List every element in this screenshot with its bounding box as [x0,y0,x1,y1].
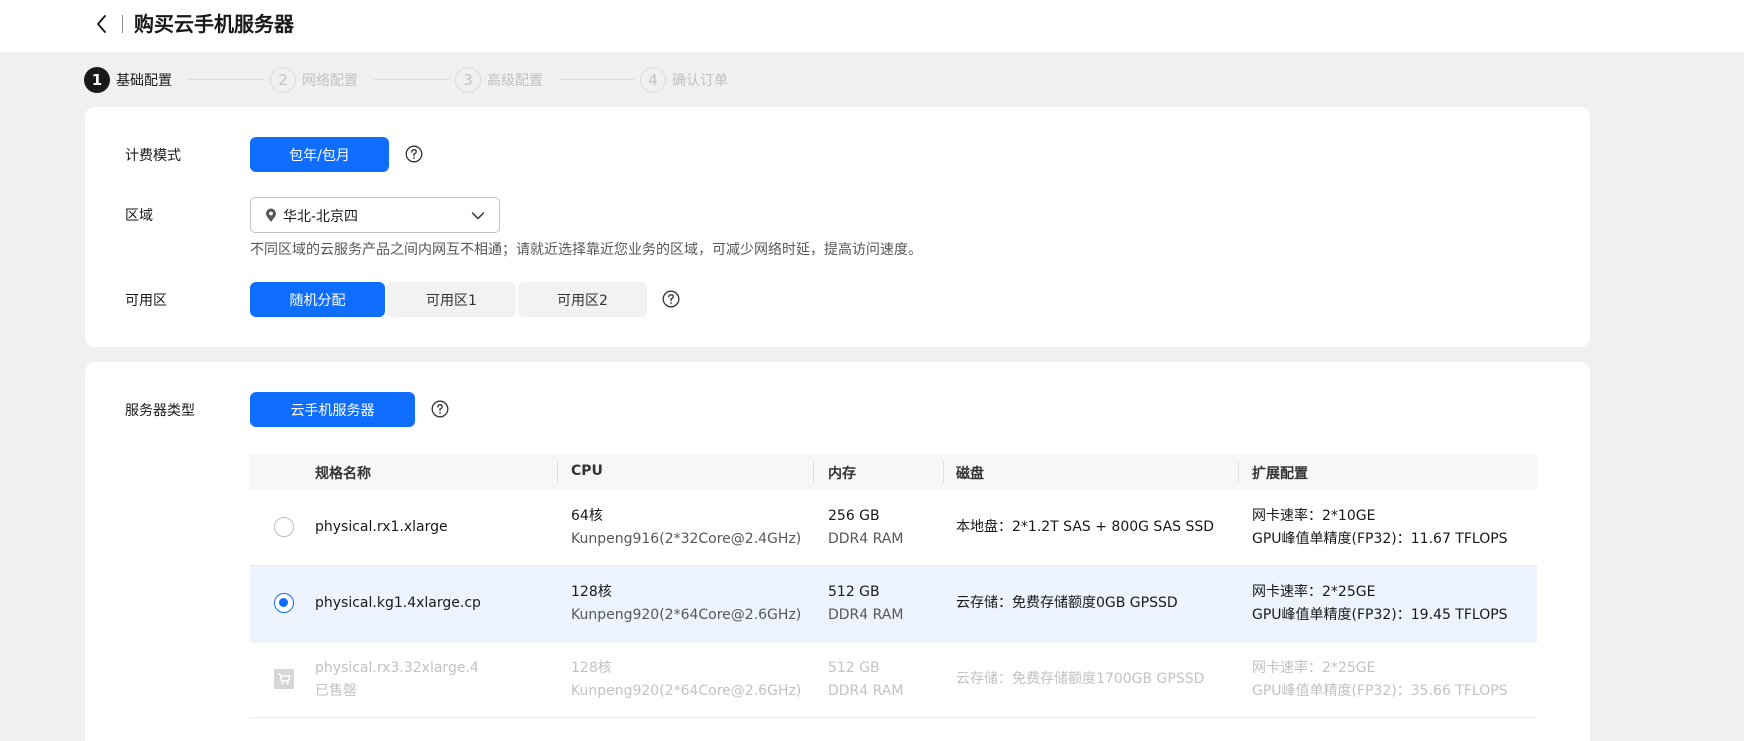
gpu-perf: GPU峰值单精度(FP32)：11.67 TFLOPS [1252,531,1508,547]
region-hint: 不同区域的云服务产品之间内网互不相通；请就近选择靠近您业务的区域，可减少网络时延… [250,242,922,258]
cpu-model: Kunpeng916(2*32Core@2.4GHz) [571,531,802,547]
server-type-card: 服务器类型 云手机服务器 规格名称 CPU 内存 磁盘 扩展配置 physica… [85,362,1590,741]
page-title: 购买云手机服务器 [134,12,294,36]
spec-name: physical.kg1.4xlarge.cp [315,595,481,611]
billing-mode-label: 计费模式 [125,148,181,164]
step-number: 2 [270,67,296,93]
nic-speed: 网卡速率：2*10GE [1252,508,1376,524]
step-label: 确认订单 [672,73,728,89]
billing-yearly-monthly-button[interactable]: 包年/包月 [250,137,389,172]
region-label: 区域 [125,208,153,224]
table-row[interactable]: physical.kg1.4xlarge.cp 128核 Kunpeng920(… [250,566,1537,642]
question-circle-icon[interactable] [431,400,449,418]
spec-name: physical.rx1.xlarge [315,519,448,535]
server-type-label: 服务器类型 [125,403,195,419]
map-pin-icon [266,208,276,222]
memory-size: 256 GB [828,508,880,524]
step-confirm-order: 4 确认订单 [640,67,728,93]
row-radio-selected[interactable] [274,593,294,613]
step-advanced-config: 3 高级配置 [455,67,543,93]
step-label: 高级配置 [487,73,543,89]
sold-out-label: 已售罄 [315,683,357,699]
column-header-disk: 磁盘 [956,466,984,482]
step-connector [374,79,450,80]
step-number: 3 [455,67,481,93]
memory-size: 512 GB [828,660,880,676]
question-circle-icon[interactable] [405,145,423,163]
cpu-cores: 128核 [571,660,612,676]
disk-info: 本地盘：2*1.2T SAS + 800G SAS SSD [956,519,1215,535]
column-header-cpu: CPU [571,463,603,479]
step-basic-config: 1 基础配置 [84,67,172,93]
table-row: physical.rx3.32xlarge.4 已售罄 128核 Kunpeng… [250,642,1537,718]
cart-icon [274,669,294,689]
nic-speed: 网卡速率：2*25GE [1252,584,1376,600]
memory-size: 512 GB [828,584,880,600]
step-number: 4 [640,67,666,93]
availability-zone-label: 可用区 [125,293,167,309]
step-network-config: 2 网络配置 [270,67,358,93]
memory-type: DDR4 RAM [828,531,904,547]
cpu-cores: 128核 [571,584,612,600]
az-random-button[interactable]: 随机分配 [250,282,385,317]
step-number: 1 [84,67,110,93]
table-row[interactable]: physical.rx1.xlarge 64核 Kunpeng916(2*32C… [250,490,1537,566]
gpu-perf: GPU峰值单精度(FP32)：19.45 TFLOPS [1252,607,1508,623]
region-select[interactable]: 华北-北京四 [250,197,500,233]
step-label: 基础配置 [116,73,172,89]
column-header-extended: 扩展配置 [1252,466,1308,482]
disk-info: 云存储：免费存储额度1700GB GPSSD [956,671,1205,687]
column-header-memory: 内存 [828,466,856,482]
column-divider [1238,462,1239,482]
column-header-spec-name: 规格名称 [315,466,371,482]
gpu-perf: GPU峰值单精度(FP32)：35.66 TFLOPS [1252,683,1508,699]
column-divider [813,462,814,482]
chevron-left-icon[interactable] [92,13,112,35]
question-circle-icon[interactable] [662,290,680,308]
cpu-cores: 64核 [571,508,603,524]
az-zone2-button[interactable]: 可用区2 [518,282,647,317]
disk-info: 云存储：免费存储额度0GB GPSSD [956,595,1178,611]
memory-type: DDR4 RAM [828,607,904,623]
column-divider [943,462,944,482]
az-zone1-button[interactable]: 可用区1 [387,282,516,317]
row-radio[interactable] [274,517,294,537]
top-bar: 购买云手机服务器 [0,0,1744,52]
cpu-model: Kunpeng920(2*64Core@2.6GHz) [571,683,802,699]
table-header: 规格名称 CPU 内存 磁盘 扩展配置 [250,454,1537,490]
cpu-model: Kunpeng920(2*64Core@2.6GHz) [571,607,802,623]
memory-type: DDR4 RAM [828,683,904,699]
chevron-down-icon [471,212,485,220]
basic-config-card: 计费模式 包年/包月 区域 华北-北京四 不同区域的云服务产品之间内网互不相通；… [85,107,1590,347]
column-divider [557,462,558,482]
region-value: 华北-北京四 [283,209,359,225]
step-label: 网络配置 [302,73,358,89]
nic-speed: 网卡速率：2*25GE [1252,660,1376,676]
step-connector [188,79,264,80]
spec-name: physical.rx3.32xlarge.4 [315,660,479,676]
title-separator [122,15,123,33]
step-connector [559,79,635,80]
cloud-phone-server-button[interactable]: 云手机服务器 [250,392,415,427]
